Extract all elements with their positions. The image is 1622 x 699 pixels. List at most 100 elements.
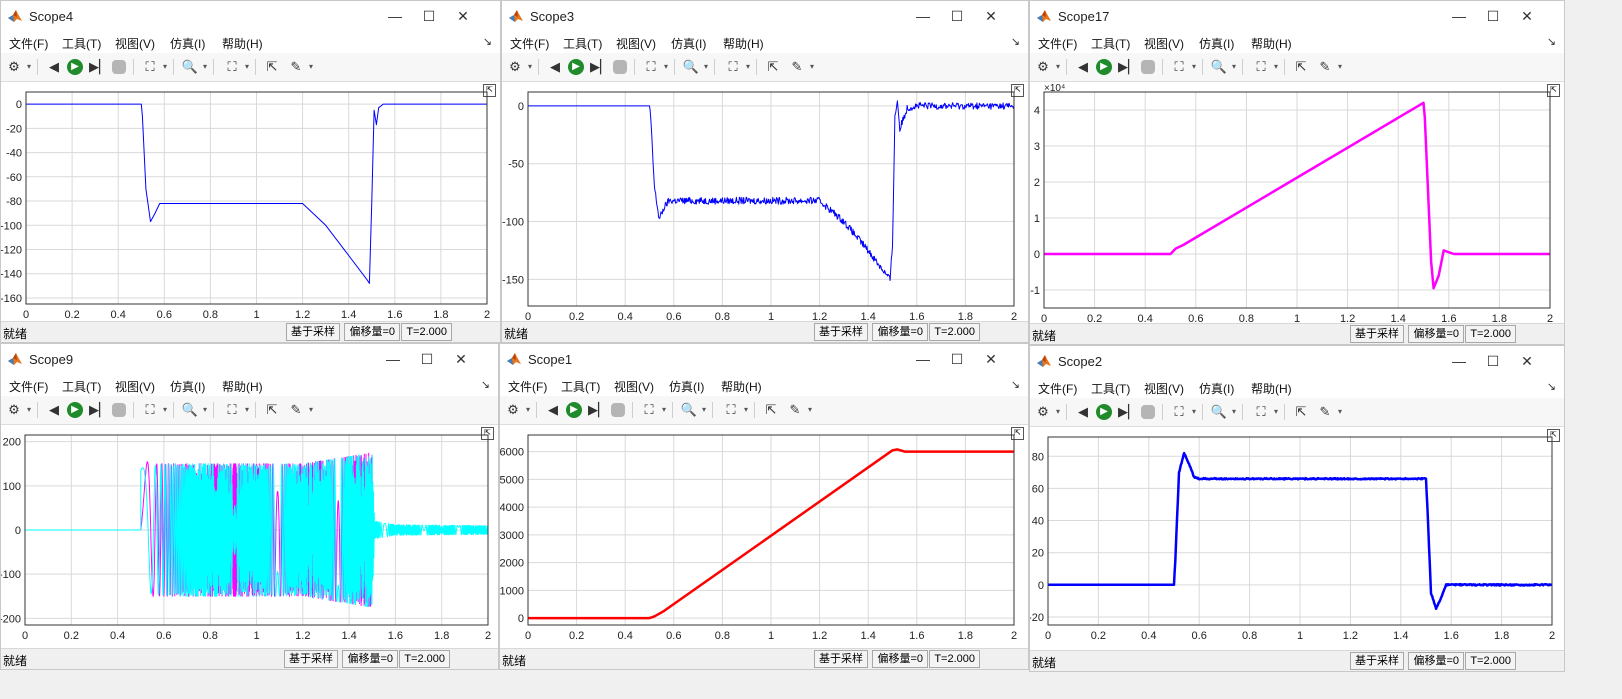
scope-window-scope17[interactable]: Scope17— ☐ ✕ 文件(F) 工具(T) 视图(V) 仿真(I) 帮助(H) ↘ ⚙ ▾ ◀ ▶… [1029, 0, 1565, 345]
run-button[interactable]: ▶ [566, 402, 582, 418]
dropdown-arrow-icon[interactable]: ▾ [808, 58, 816, 76]
style-icon[interactable]: ✎ [287, 401, 305, 419]
dropdown-arrow-icon[interactable]: ▾ [201, 401, 209, 419]
maximize-button[interactable]: ☐ [412, 348, 442, 370]
close-button[interactable]: ✕ [976, 5, 1006, 27]
dropdown-arrow-icon[interactable]: ▾ [1054, 58, 1062, 76]
menu-item-simulation[interactable]: 仿真(I) [1199, 380, 1234, 397]
autoscale-icon[interactable]: ⛶ [223, 58, 241, 76]
close-button[interactable]: ✕ [976, 348, 1006, 370]
title-bar[interactable]: Scope9 — ☐ ✕ [1, 344, 498, 374]
menu-collapse-icon[interactable]: ↘ [1547, 380, 1556, 393]
close-button[interactable]: ✕ [446, 348, 476, 370]
dropdown-arrow-icon[interactable]: ▾ [1336, 58, 1344, 76]
step-forward-icon[interactable]: ▶▏ [1118, 58, 1138, 76]
step-back-icon[interactable]: ◀ [544, 401, 562, 419]
maximize-button[interactable]: ☐ [1478, 350, 1508, 372]
style-icon[interactable]: ✎ [786, 401, 804, 419]
run-button[interactable]: ▶ [1096, 59, 1112, 75]
settings-icon[interactable]: ⚙ [5, 401, 23, 419]
stop-button[interactable] [1141, 405, 1155, 419]
dropdown-arrow-icon[interactable]: ▾ [1230, 403, 1238, 421]
menu-item-simulation[interactable]: 仿真(I) [170, 378, 205, 395]
menu-item-simulation[interactable]: 仿真(I) [671, 35, 706, 52]
maximize-button[interactable]: ☐ [942, 348, 972, 370]
menu-item-help[interactable]: 帮助(H) [1251, 35, 1292, 52]
menu-item-help[interactable]: 帮助(H) [1251, 380, 1292, 397]
menu-item-file[interactable]: 文件(F) [508, 378, 547, 395]
stop-button[interactable] [1141, 60, 1155, 74]
menu-item-help[interactable]: 帮助(H) [222, 378, 263, 395]
maximize-button[interactable]: ☐ [942, 5, 972, 27]
style-icon[interactable]: ✎ [1316, 58, 1334, 76]
menu-item-view[interactable]: 视图(V) [1144, 35, 1184, 52]
scope-window-scope3[interactable]: Scope3— ☐ ✕ 文件(F) 工具(T) 视图(V) 仿真(I) 帮助(H) ↘ ⚙ ▾ ◀ ▶ ▶… [501, 0, 1029, 343]
maximize-button[interactable]: ☐ [1478, 5, 1508, 27]
menu-item-file[interactable]: 文件(F) [510, 35, 549, 52]
menu-item-file[interactable]: 文件(F) [1038, 380, 1077, 397]
zoom-icon[interactable]: 🔍 [181, 401, 199, 419]
menu-item-tools[interactable]: 工具(T) [1091, 35, 1130, 52]
autoscale-icon[interactable]: ⛶ [223, 401, 241, 419]
dropdown-arrow-icon[interactable]: ▾ [742, 401, 750, 419]
dropdown-arrow-icon[interactable]: ▾ [25, 401, 33, 419]
highlight-icon[interactable]: ⛶ [1170, 58, 1188, 76]
zoom-icon[interactable]: 🔍 [181, 58, 199, 76]
menu-item-tools[interactable]: 工具(T) [1091, 380, 1130, 397]
autoscale-icon[interactable]: ⛶ [1252, 58, 1270, 76]
highlight-icon[interactable]: ⛶ [141, 58, 159, 76]
scope-window-scope2[interactable]: Scope2— ☐ ✕ 文件(F) 工具(T) 视图(V) 仿真(I) 帮助(H) ↘ ⚙ ▾ ◀ ▶ ▶… [1029, 345, 1565, 672]
menu-collapse-icon[interactable]: ↘ [1011, 378, 1020, 391]
title-bar[interactable]: Scope1 — ☐ ✕ [500, 344, 1028, 374]
step-forward-icon[interactable]: ▶▏ [588, 401, 608, 419]
step-forward-icon[interactable]: ▶▏ [590, 58, 610, 76]
run-button[interactable]: ▶ [67, 59, 83, 75]
menu-item-view[interactable]: 视图(V) [115, 378, 155, 395]
autoscale-icon[interactable]: ⛶ [724, 58, 742, 76]
settings-icon[interactable]: ⚙ [1034, 58, 1052, 76]
close-button[interactable]: ✕ [448, 5, 478, 27]
menu-item-tools[interactable]: 工具(T) [62, 378, 101, 395]
step-back-icon[interactable]: ◀ [1074, 58, 1092, 76]
dropdown-arrow-icon[interactable]: ▾ [307, 401, 315, 419]
dropdown-arrow-icon[interactable]: ▾ [307, 58, 315, 76]
autoscale-icon[interactable]: ⛶ [1252, 403, 1270, 421]
menu-collapse-icon[interactable]: ↘ [1011, 35, 1020, 48]
menu-item-simulation[interactable]: 仿真(I) [1199, 35, 1234, 52]
trigger-icon[interactable]: ⇱ [263, 58, 281, 76]
highlight-icon[interactable]: ⛶ [642, 58, 660, 76]
stop-button[interactable] [112, 60, 126, 74]
stop-button[interactable] [112, 403, 126, 417]
dropdown-arrow-icon[interactable]: ▾ [524, 401, 532, 419]
menu-collapse-icon[interactable]: ↘ [1547, 35, 1556, 48]
trigger-icon[interactable]: ⇱ [762, 401, 780, 419]
menu-item-help[interactable]: 帮助(H) [222, 35, 263, 52]
menu-item-view[interactable]: 视图(V) [115, 35, 155, 52]
menu-item-tools[interactable]: 工具(T) [563, 35, 602, 52]
close-button[interactable]: ✕ [1512, 350, 1542, 372]
menu-item-simulation[interactable]: 仿真(I) [669, 378, 704, 395]
menu-item-simulation[interactable]: 仿真(I) [170, 35, 205, 52]
minimize-button[interactable]: — [1444, 5, 1474, 27]
run-button[interactable]: ▶ [568, 59, 584, 75]
step-forward-icon[interactable]: ▶▏ [89, 401, 109, 419]
title-bar[interactable]: Scope4 — ☐ ✕ [1, 1, 500, 31]
trigger-icon[interactable]: ⇱ [1292, 58, 1310, 76]
dropdown-arrow-icon[interactable]: ▾ [744, 58, 752, 76]
style-icon[interactable]: ✎ [788, 58, 806, 76]
zoom-icon[interactable]: 🔍 [682, 58, 700, 76]
dropdown-arrow-icon[interactable]: ▾ [1336, 403, 1344, 421]
dropdown-arrow-icon[interactable]: ▾ [660, 401, 668, 419]
dropdown-arrow-icon[interactable]: ▾ [243, 401, 251, 419]
dropdown-arrow-icon[interactable]: ▾ [243, 58, 251, 76]
style-icon[interactable]: ✎ [1316, 403, 1334, 421]
scope-window-scope1[interactable]: Scope1— ☐ ✕ 文件(F) 工具(T) 视图(V) 仿真(I) 帮助(H) ↘ ⚙ ▾ ◀ ▶ ▶… [499, 343, 1029, 670]
step-forward-icon[interactable]: ▶▏ [1118, 403, 1138, 421]
dropdown-arrow-icon[interactable]: ▾ [161, 401, 169, 419]
dropdown-arrow-icon[interactable]: ▾ [1190, 58, 1198, 76]
dropdown-arrow-icon[interactable]: ▾ [662, 58, 670, 76]
settings-icon[interactable]: ⚙ [1034, 403, 1052, 421]
highlight-icon[interactable]: ⛶ [141, 401, 159, 419]
menu-collapse-icon[interactable]: ↘ [483, 35, 492, 48]
dropdown-arrow-icon[interactable]: ▾ [1190, 403, 1198, 421]
